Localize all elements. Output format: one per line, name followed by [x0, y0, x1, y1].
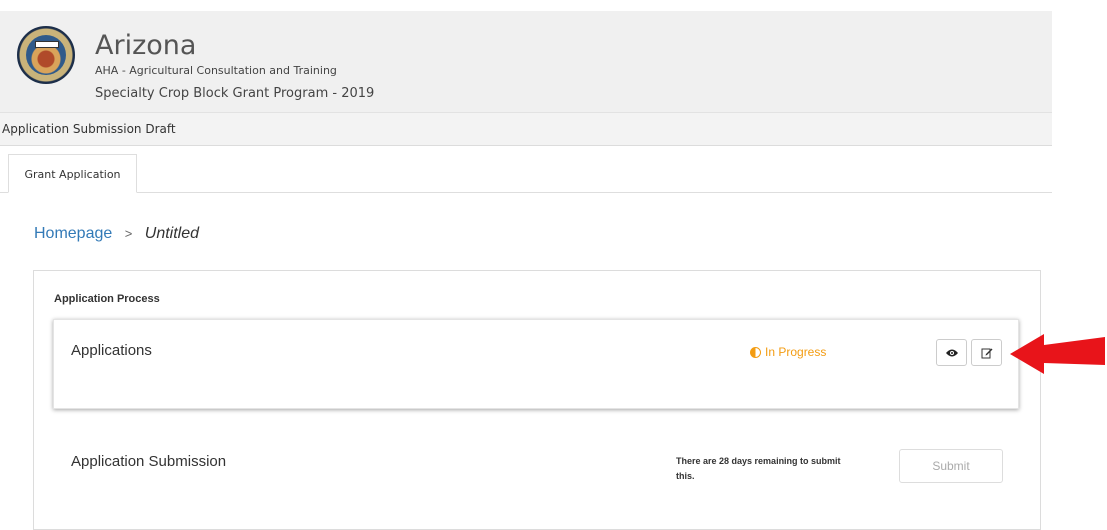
panel-title: Application Process: [54, 293, 160, 305]
page-subheader: Application Submission Draft: [0, 113, 1052, 146]
breadcrumb-separator: >: [124, 226, 133, 241]
tab-bar-divider: [0, 192, 1052, 193]
submit-button[interactable]: Submit: [899, 449, 1003, 483]
organization-name: AHA - Agricultural Consultation and Trai…: [95, 64, 337, 77]
edit-icon: [981, 348, 992, 358]
applications-card: Applications In Progress: [53, 319, 1019, 409]
applications-title: Applications: [71, 342, 152, 359]
application-submission-title: Application Submission: [71, 453, 227, 470]
annotation-arrow-icon: [1010, 334, 1105, 374]
application-process-panel: Application Process Applications In Prog…: [33, 270, 1041, 530]
program-name: Specialty Crop Block Grant Program - 201…: [95, 86, 375, 101]
state-name: Arizona: [95, 30, 197, 61]
page-title: Application Submission Draft: [2, 122, 176, 136]
half-circle-icon: [750, 346, 761, 358]
tab-grant-application[interactable]: Grant Application: [8, 154, 137, 193]
seal-banner: [35, 41, 59, 48]
breadcrumb-home-link[interactable]: Homepage: [34, 225, 112, 242]
state-seal-logo: [17, 26, 75, 84]
breadcrumb: Homepage > Untitled: [34, 225, 199, 243]
edit-button[interactable]: [971, 339, 1002, 366]
view-button[interactable]: [936, 339, 967, 366]
breadcrumb-current: Untitled: [144, 225, 200, 242]
eye-icon: [945, 349, 958, 356]
days-remaining-text: There are 28 days remaining to submit th…: [676, 456, 841, 481]
status-badge: In Progress: [750, 345, 826, 359]
status-text: In Progress: [765, 345, 827, 359]
app-header: Arizona AHA - Agricultural Consultation …: [0, 11, 1052, 113]
